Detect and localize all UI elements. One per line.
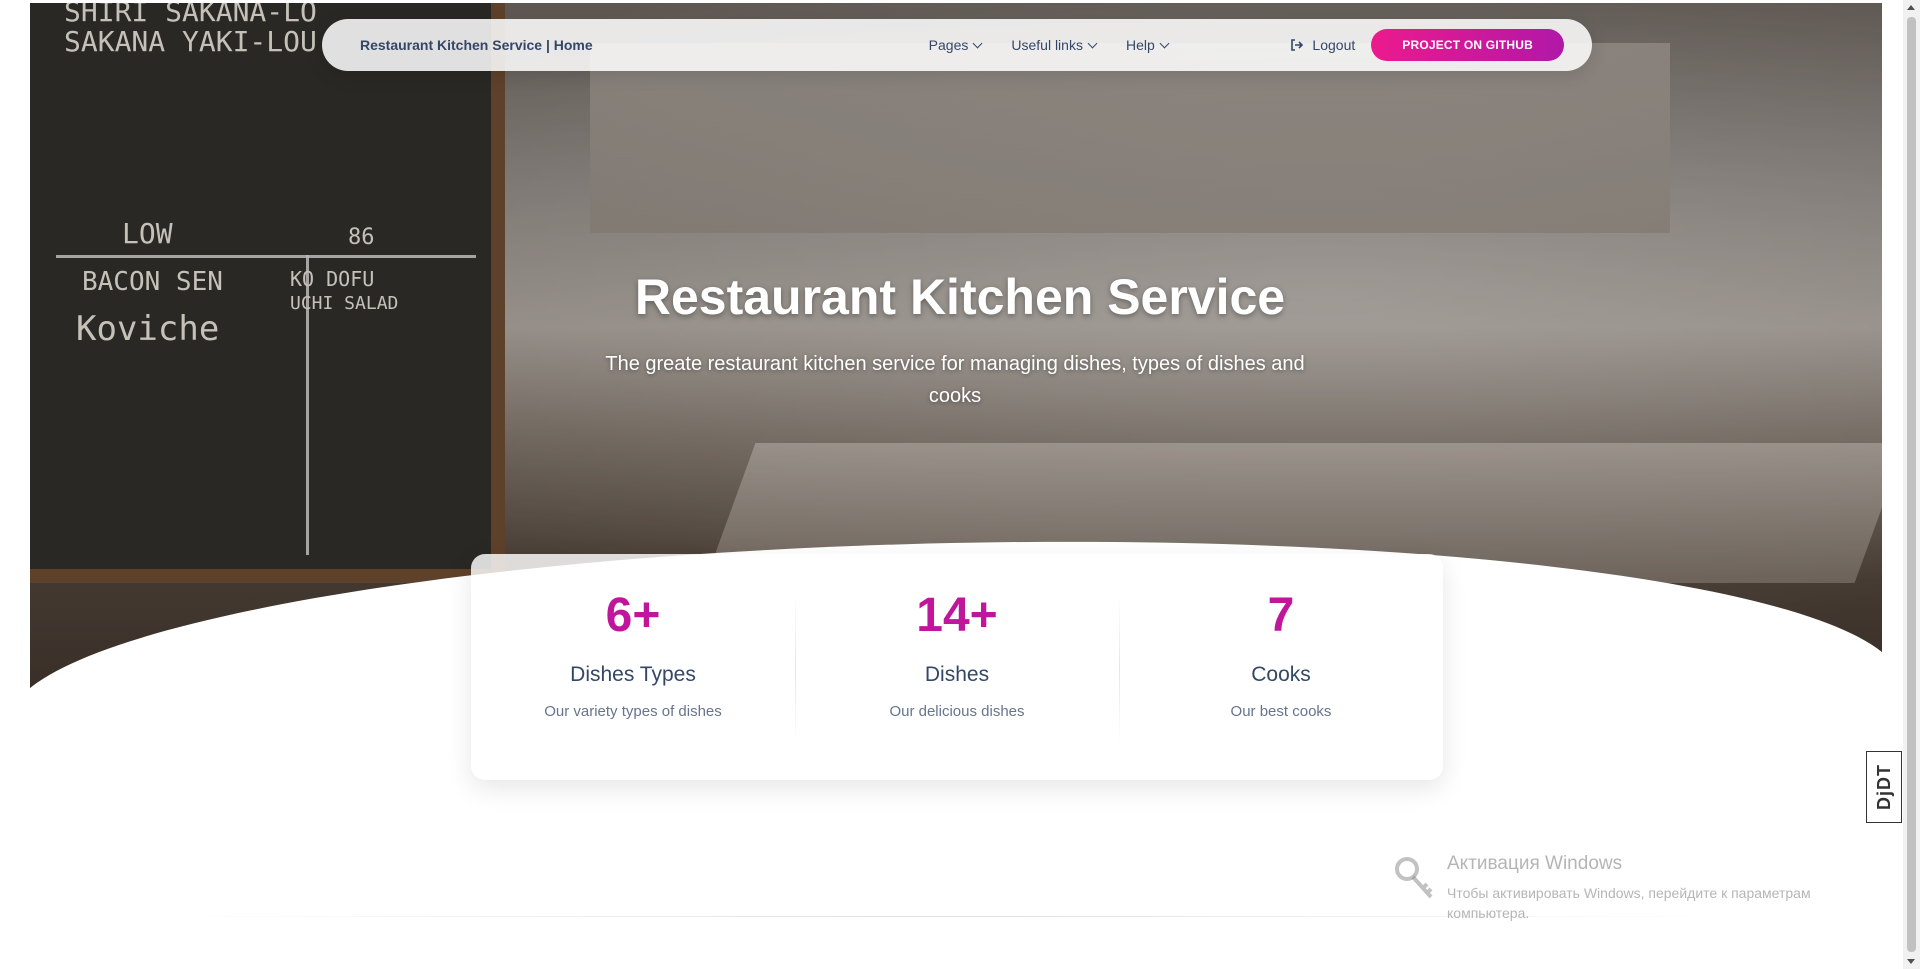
nav-item-help-label: Help	[1125, 37, 1155, 53]
stat-dishes-types: 6+ Dishes Types Our variety types of dis…	[471, 554, 795, 780]
navbar: Restaurant Kitchen Service | Home Pages …	[322, 19, 1592, 71]
nav-item-pages-label: Pages	[928, 37, 969, 53]
windows-activation-subtitle: Чтобы активировать Windows, перейдите к …	[1447, 885, 1811, 921]
stats-card: 6+ Dishes Types Our variety types of dis…	[471, 554, 1443, 780]
nav-item-pages[interactable]: Pages	[928, 37, 983, 53]
page: SHIRI SAKANA-LO SAKANA YAKI-LOU LOW 86 B…	[0, 0, 1920, 969]
key-icon	[1395, 857, 1433, 899]
chevron-down-icon	[1087, 38, 1098, 48]
stat-number: 7	[1267, 589, 1295, 642]
stat-title: Dishes	[924, 663, 990, 686]
nav-item-useful-links-label: Useful links	[1011, 37, 1083, 53]
vertical-scrollbar[interactable]	[1903, 0, 1920, 969]
stat-description: Our variety types of dishes	[544, 703, 722, 720]
scroll-down-arrow-icon[interactable]	[1907, 959, 1915, 964]
stat-title: Dishes Types	[570, 663, 696, 686]
chevron-down-icon	[1159, 38, 1170, 48]
scrollbar-thumb[interactable]	[1907, 17, 1916, 952]
nav-item-useful-links[interactable]: Useful links	[1011, 37, 1098, 53]
windows-activation-title: Активация Windows	[1447, 853, 1623, 874]
chevron-down-icon	[972, 38, 983, 48]
nav-right: Logout PROJECT ON GITHUB	[1290, 29, 1564, 61]
django-debug-toolbar-handle[interactable]: DjDT	[1866, 751, 1902, 823]
hero-subtitle: The greate restaurant kitchen service fo…	[605, 353, 1305, 407]
stat-dishes: 14+ Dishes Our delicious dishes	[795, 554, 1119, 780]
nav-item-help[interactable]: Help	[1125, 37, 1170, 53]
stat-number: 6+	[605, 589, 661, 642]
project-on-github-button[interactable]: PROJECT ON GITHUB	[1371, 29, 1564, 61]
stat-description: Our best cooks	[1230, 703, 1332, 720]
scroll-up-arrow-icon[interactable]	[1907, 5, 1915, 10]
logout-icon	[1291, 39, 1304, 51]
stat-description: Our delicious dishes	[889, 703, 1025, 720]
nav-menu: Pages Useful links Help	[928, 37, 1170, 53]
stat-number: 14+	[916, 589, 998, 642]
stat-cooks: 7 Cooks Our best cooks	[1119, 554, 1443, 780]
navbar-brand[interactable]: Restaurant Kitchen Service | Home	[360, 37, 593, 53]
logout-link[interactable]: Logout	[1290, 37, 1355, 53]
stat-title: Cooks	[1251, 663, 1311, 686]
hero-title: Restaurant Kitchen Service	[634, 269, 1286, 325]
djdt-label: DjDT	[1873, 764, 1894, 810]
logout-label: Logout	[1312, 37, 1356, 53]
